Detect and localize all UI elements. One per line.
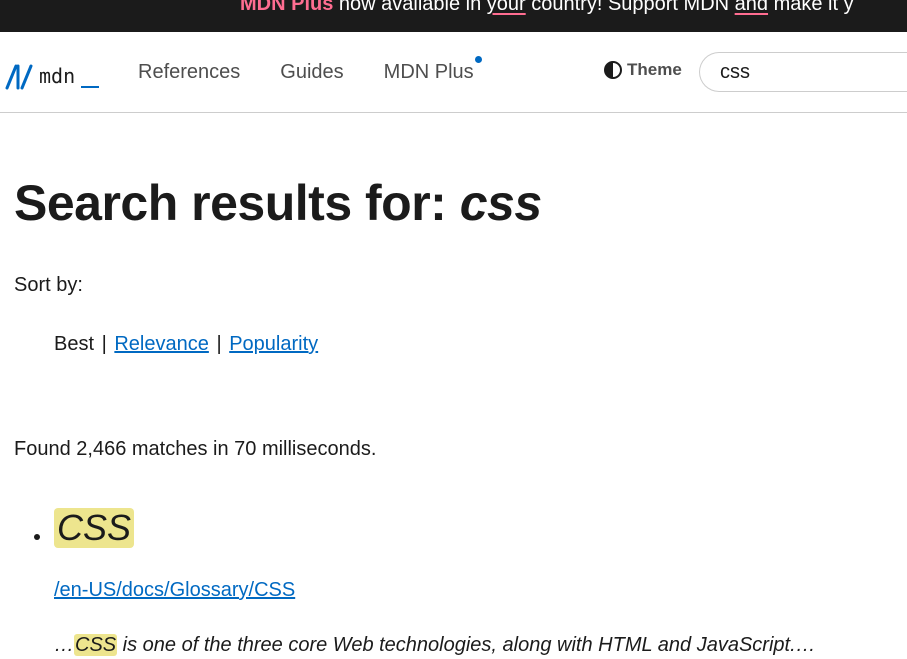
sort-separator: |	[101, 333, 107, 355]
theme-label: Theme	[627, 60, 682, 79]
page-title-prefix: Search results for:	[14, 175, 460, 231]
sort-label: Sort by:	[14, 274, 83, 296]
page-title: Search results for: css	[14, 173, 542, 233]
sort-popularity-link[interactable]: Popularity	[229, 333, 318, 355]
mdn-logo-icon	[5, 64, 33, 90]
banner-text-3: make it y	[768, 0, 854, 15]
half-circle-theme-icon	[604, 61, 622, 79]
sort-best: Best	[54, 333, 95, 355]
nav-mdn-plus-label: MDN Plus	[383, 61, 474, 83]
theme-switcher-button[interactable]: Theme	[603, 60, 682, 80]
mdn-plus-brand-link[interactable]: MDN Plus	[240, 0, 333, 15]
summary-prefix: …	[54, 634, 74, 656]
result-summary: …CSS is one of the three core Web techno…	[54, 633, 816, 657]
summary-text: is one of the three core Web technologie…	[117, 634, 816, 656]
nav-mdn-plus[interactable]: MDN Plus	[383, 56, 482, 84]
results-count: Found 2,466 matches in 70 milliseconds.	[14, 438, 377, 460]
page-title-query: css	[459, 175, 542, 231]
nav-references[interactable]: References	[138, 60, 240, 84]
sort-options: Best | Relevance | Popularity	[54, 332, 318, 356]
logo-text: mdn	[39, 64, 76, 88]
search-input[interactable]	[720, 60, 907, 84]
sort-separator: |	[216, 333, 222, 355]
logo-underscore	[81, 86, 100, 88]
result-title-link[interactable]: CSS	[54, 508, 135, 548]
result-url-link[interactable]: /en-US/docs/Glossary/CSS	[54, 578, 295, 602]
new-indicator-dot	[474, 56, 482, 63]
banner-text-2: country! Support MDN	[525, 0, 735, 15]
mdn-logo-link[interactable]: mdn	[5, 60, 100, 94]
promo-banner-text: MDN Plus now available in your country! …	[240, 0, 854, 16]
top-navigation: mdn References Guides MDN Plus Theme	[0, 32, 907, 113]
bullet-dot-icon	[34, 534, 40, 540]
banner-link-your[interactable]: your	[487, 0, 526, 15]
search-box[interactable]	[699, 52, 907, 92]
banner-link-and[interactable]: and	[735, 0, 768, 15]
main-nav: References Guides MDN Plus	[138, 56, 514, 84]
nav-guides[interactable]: Guides	[280, 60, 343, 84]
promo-banner: MDN Plus now available in your country! …	[0, 0, 907, 32]
banner-text-1: now available in	[333, 0, 487, 15]
sort-relevance-link[interactable]: Relevance	[114, 333, 209, 355]
summary-highlight: CSS	[74, 634, 118, 656]
